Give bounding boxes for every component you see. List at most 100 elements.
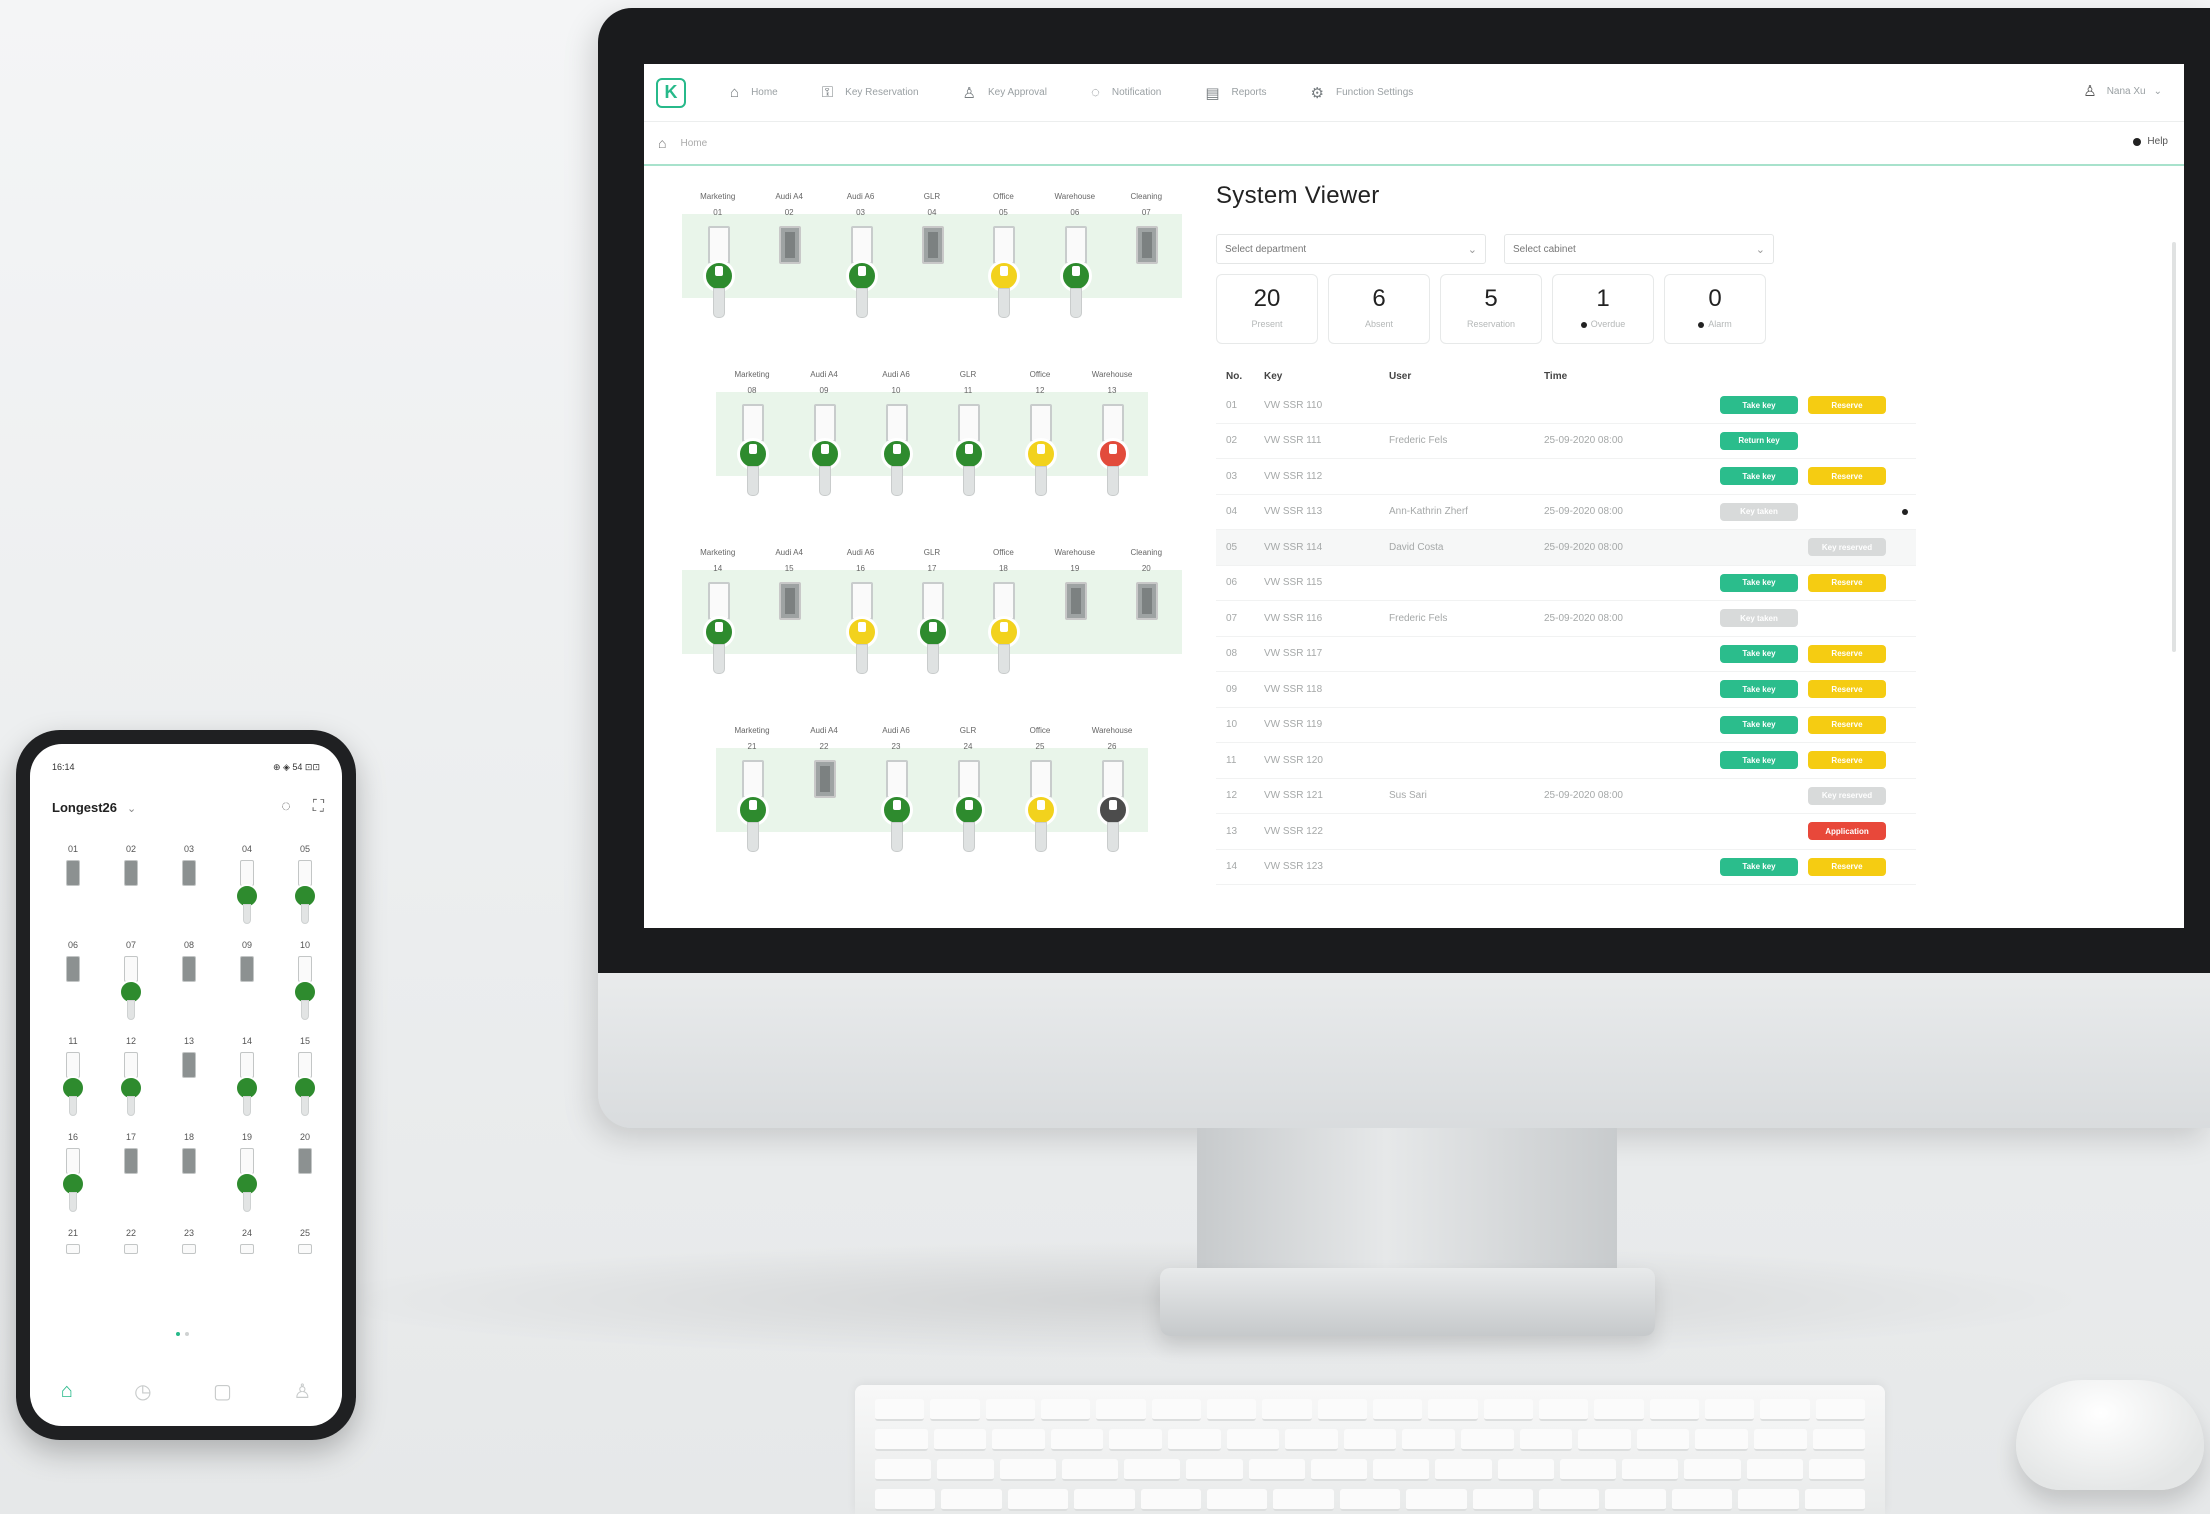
phone-key-slot[interactable]: 06 bbox=[44, 940, 102, 1040]
home-icon[interactable]: ⌂ bbox=[658, 135, 666, 151]
take-key-button[interactable]: Take key bbox=[1720, 573, 1798, 592]
reserve-button[interactable]: Reserve bbox=[1808, 857, 1886, 876]
key-slot[interactable]: 06 bbox=[1040, 208, 1110, 318]
table-row[interactable]: 06 VW SSR 115 Take key Reserve bbox=[1216, 566, 1916, 601]
table-row[interactable]: 03 VW SSR 112 Take key Reserve bbox=[1216, 459, 1916, 495]
table-row[interactable]: 01 VW SSR 110 Take key Reserve bbox=[1216, 388, 1916, 424]
home-icon[interactable]: ⌂ bbox=[61, 1380, 73, 1403]
key-slot[interactable]: 08 bbox=[717, 386, 787, 496]
phone-key-slot[interactable]: 18 bbox=[160, 1132, 218, 1232]
take-key-button[interactable]: Take key bbox=[1720, 751, 1798, 770]
key-taken-button[interactable]: Key taken bbox=[1720, 609, 1798, 628]
app-logo[interactable]: K bbox=[656, 77, 686, 108]
help-button[interactable]: Help bbox=[2133, 136, 2168, 147]
key-slot[interactable]: 18 bbox=[968, 564, 1038, 674]
phone-key-slot[interactable]: 03 bbox=[160, 844, 218, 944]
key-slot[interactable]: 02 bbox=[754, 208, 824, 264]
phone-cabinet-selector[interactable]: Longest26 ⌄ bbox=[52, 800, 136, 815]
key-slot[interactable]: 13 bbox=[1077, 386, 1147, 496]
table-row[interactable]: 12 VW SSR 121 Sus Sari 25-09-2020 08:00 Key … bbox=[1216, 779, 1916, 814]
nav-key-reservation[interactable]: ⚿ Key Reservation bbox=[822, 84, 919, 101]
cabinet-select[interactable]: Select cabinet ⌄ bbox=[1504, 234, 1774, 264]
take-key-button[interactable]: Take key bbox=[1720, 467, 1798, 486]
phone-key-slot[interactable]: 08 bbox=[160, 940, 218, 1040]
phone-key-slot[interactable]: 01 bbox=[44, 844, 102, 944]
phone-key-slot[interactable]: 10 bbox=[276, 940, 334, 1040]
department-select[interactable]: Select department ⌄ bbox=[1216, 234, 1486, 264]
phone-key-slot[interactable]: 24 bbox=[218, 1228, 276, 1328]
phone-key-slot[interactable]: 04 bbox=[218, 844, 276, 944]
take-key-button[interactable]: Take key bbox=[1720, 644, 1798, 663]
key-slot[interactable]: 03 bbox=[826, 208, 896, 318]
table-row[interactable]: 08 VW SSR 117 Take key Reserve bbox=[1216, 637, 1916, 672]
return-key-button[interactable]: Return key bbox=[1720, 431, 1798, 450]
key-slot[interactable]: 01 bbox=[683, 208, 753, 318]
take-key-button[interactable]: Take key bbox=[1720, 680, 1798, 699]
phone-key-slot[interactable]: 05 bbox=[276, 844, 334, 944]
key-slot[interactable]: 20 bbox=[1111, 564, 1181, 620]
table-row[interactable]: 11 VW SSR 120 Take key Reserve bbox=[1216, 743, 1916, 779]
phone-key-slot[interactable]: 16 bbox=[44, 1132, 102, 1232]
table-row[interactable]: 14 VW SSR 123 Take key Reserve bbox=[1216, 850, 1916, 885]
phone-key-slot[interactable]: 02 bbox=[102, 844, 160, 944]
nav-key-approval[interactable]: ♙ Key Approval bbox=[963, 84, 1047, 102]
table-row[interactable]: 10 VW SSR 119 Take key Reserve bbox=[1216, 708, 1916, 743]
phone-key-slot[interactable]: 09 bbox=[218, 940, 276, 1040]
phone-key-slot[interactable]: 23 bbox=[160, 1228, 218, 1328]
nav-function-settings[interactable]: ⚙ Function Settings bbox=[1311, 84, 1414, 102]
key-slot[interactable]: 10 bbox=[861, 386, 931, 496]
user-menu[interactable]: ♙ Nana Xu ⌄ bbox=[2083, 82, 2162, 100]
phone-key-slot[interactable]: 15 bbox=[276, 1036, 334, 1136]
phone-key-slot[interactable]: 21 bbox=[44, 1228, 102, 1328]
key-slot[interactable]: 05 bbox=[968, 208, 1038, 318]
reserve-button[interactable]: Reserve bbox=[1808, 644, 1886, 663]
table-row[interactable]: 07 VW SSR 116 Frederic Fels 25-09-2020 08:0… bbox=[1216, 601, 1916, 637]
stat-card[interactable]: 5 Reservation bbox=[1440, 274, 1542, 344]
reserve-button[interactable]: Reserve bbox=[1808, 680, 1886, 699]
phone-key-slot[interactable]: 20 bbox=[276, 1132, 334, 1232]
key-slot[interactable]: 16 bbox=[826, 564, 896, 674]
take-key-button[interactable]: Take key bbox=[1720, 396, 1798, 415]
key-slot[interactable]: 11 bbox=[933, 386, 1003, 496]
key-slot[interactable]: 23 bbox=[861, 742, 931, 852]
user-icon[interactable]: ♙ bbox=[293, 1379, 311, 1404]
reserve-button[interactable]: Reserve bbox=[1808, 467, 1886, 486]
clock-icon[interactable]: ◷ bbox=[134, 1379, 151, 1404]
application-button[interactable]: Application bbox=[1808, 822, 1886, 841]
key-slot[interactable]: 07 bbox=[1111, 208, 1181, 264]
reserve-button[interactable]: Reserve bbox=[1808, 396, 1886, 415]
stat-card[interactable]: 0 Alarm bbox=[1664, 274, 1766, 344]
nav-home[interactable]: ⌂ Home bbox=[730, 84, 778, 101]
table-row[interactable]: 04 VW SSR 113 Ann-Kathrin Zherf 25-09-2020 … bbox=[1216, 495, 1916, 530]
reserve-button[interactable]: Reserve bbox=[1808, 715, 1886, 734]
chat-icon[interactable]: ◌ bbox=[281, 798, 291, 816]
stat-card[interactable]: 1 Overdue bbox=[1552, 274, 1654, 344]
stat-card[interactable]: 6 Absent bbox=[1328, 274, 1430, 344]
key-taken-button[interactable]: Key taken bbox=[1720, 502, 1798, 521]
phone-key-slot[interactable]: 13 bbox=[160, 1036, 218, 1136]
key-slot[interactable]: 04 bbox=[897, 208, 967, 264]
reserve-button[interactable]: Reserve bbox=[1808, 573, 1886, 592]
key-slot[interactable]: 12 bbox=[1005, 386, 1075, 496]
phone-key-slot[interactable]: 19 bbox=[218, 1132, 276, 1232]
document-icon[interactable]: ▢ bbox=[213, 1379, 232, 1404]
table-row[interactable]: 09 VW SSR 118 Take key Reserve bbox=[1216, 672, 1916, 708]
key-slot[interactable]: 17 bbox=[897, 564, 967, 674]
phone-key-slot[interactable]: 25 bbox=[276, 1228, 334, 1328]
key-slot[interactable]: 09 bbox=[789, 386, 859, 496]
phone-key-slot[interactable]: 12 bbox=[102, 1036, 160, 1136]
nav-notification[interactable]: ◌ Notification bbox=[1091, 84, 1161, 101]
phone-key-slot[interactable]: 11 bbox=[44, 1036, 102, 1136]
phone-key-slot[interactable]: 14 bbox=[218, 1036, 276, 1136]
key-slot[interactable]: 24 bbox=[933, 742, 1003, 852]
table-row[interactable]: 13 VW SSR 122 Application bbox=[1216, 814, 1916, 850]
phone-key-slot[interactable]: 22 bbox=[102, 1228, 160, 1328]
nav-reports[interactable]: ▤ Reports bbox=[1205, 84, 1266, 102]
key-reserved-button[interactable]: Key reserved bbox=[1808, 538, 1886, 557]
key-slot[interactable]: 26 bbox=[1077, 742, 1147, 852]
table-scrollbar[interactable] bbox=[2172, 242, 2176, 652]
phone-key-slot[interactable]: 17 bbox=[102, 1132, 160, 1232]
take-key-button[interactable]: Take key bbox=[1720, 857, 1798, 876]
key-slot[interactable]: 22 bbox=[789, 742, 859, 798]
key-slot[interactable]: 21 bbox=[717, 742, 787, 852]
